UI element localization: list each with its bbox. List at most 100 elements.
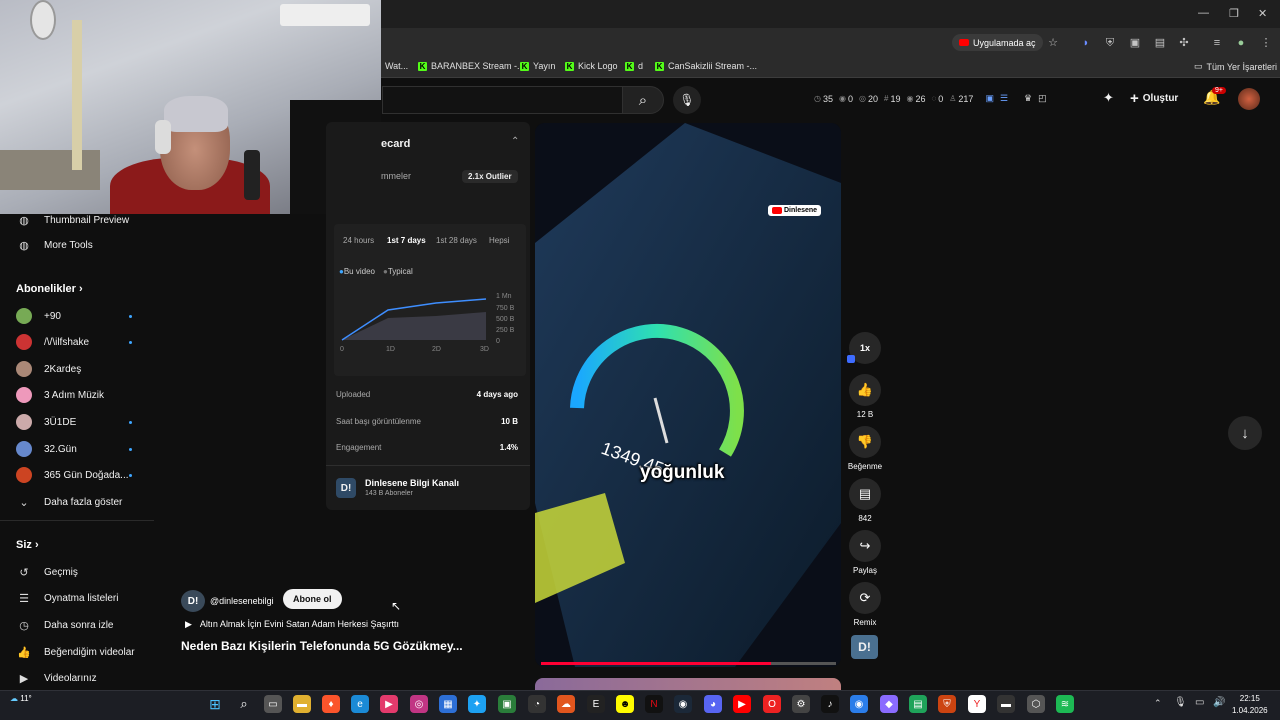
open-in-app-button[interactable]: Uygulamada aç <box>952 34 1043 51</box>
youtube-icon[interactable]: ▶ <box>733 695 751 713</box>
sidebar-item-subscription[interactable]: 2Kardeş <box>16 359 81 379</box>
create-button[interactable]: + Oluştur <box>1130 90 1178 107</box>
search-icon[interactable]: ⌕ <box>235 695 253 713</box>
puzzle-icon[interactable]: ✣ <box>1177 36 1191 50</box>
antivirus-icon[interactable]: ⛨ <box>938 695 956 713</box>
tiktok-icon[interactable]: ♪ <box>821 695 839 713</box>
voice-search-button[interactable]: 🎙 <box>673 86 701 114</box>
channel-logo[interactable]: D! <box>851 635 878 659</box>
netflix-icon[interactable]: N <box>645 695 663 713</box>
extension-icon[interactable]: ▤ <box>1153 36 1167 50</box>
bookmark-item[interactable]: K CanSakizlii Stream -... <box>655 61 757 71</box>
extension-icon[interactable]: ▣ <box>985 93 994 104</box>
sidebar-item-history[interactable]: ↺ Geçmiş <box>16 562 78 582</box>
instagram-icon[interactable]: ◎ <box>410 695 428 713</box>
bookmark-item[interactable]: K Yayın <box>520 61 555 71</box>
media-player-icon[interactable]: ▶ <box>380 695 398 713</box>
shield-icon[interactable]: ⛨ <box>1103 36 1117 50</box>
remix-button[interactable]: ⟳ <box>849 582 881 614</box>
edge-icon[interactable]: e <box>351 695 369 713</box>
range-tab-7d[interactable]: 1st 7 days <box>387 236 426 245</box>
share-button[interactable]: ↪ <box>849 530 881 562</box>
chevron-up-icon[interactable]: ⌃ <box>511 136 519 147</box>
settings-icon[interactable]: ⚙ <box>792 695 810 713</box>
bookmark-item[interactable]: Wat... <box>385 61 408 71</box>
list-icon[interactable]: ☰ <box>1000 93 1008 104</box>
minimize-icon[interactable]: — <box>1198 7 1209 19</box>
tray-chevron-icon[interactable]: ⌃ <box>1154 698 1162 709</box>
sidebar-item-playlists[interactable]: ☰ Oynatma listeleri <box>16 588 118 608</box>
spotify-icon[interactable]: ≋ <box>1056 695 1074 713</box>
bookmark-item[interactable]: K Kick Logo <box>565 61 618 71</box>
sparkle-icon[interactable]: ✦ <box>1103 90 1114 106</box>
bookmark-item[interactable]: K BARANBEX Stream -... <box>418 61 525 71</box>
sidebar-item-subscription[interactable]: 3Ü1DE <box>16 412 76 432</box>
app-icon[interactable]: ▬ <box>997 695 1015 713</box>
epic-games-icon[interactable]: E <box>587 695 605 713</box>
start-icon[interactable]: ⊞ <box>206 695 224 713</box>
search-button[interactable]: ⌕ <box>622 86 664 114</box>
task-view-icon[interactable]: ▭ <box>264 695 282 713</box>
search-input[interactable] <box>382 86 622 114</box>
related-video-link[interactable]: ▶ Altın Almak İçin Evini Satan Adam Herke… <box>185 619 399 630</box>
snapchat-icon[interactable]: ☻ <box>616 695 634 713</box>
app-icon[interactable]: ⬡ <box>1027 695 1045 713</box>
display-icon[interactable]: ▭ <box>1195 697 1204 708</box>
sidebar-item-watch-later[interactable]: ◷ Daha sonra izle <box>16 615 113 635</box>
show-more-button[interactable]: ⌄ Daha fazla göster <box>16 492 122 512</box>
weather-widget[interactable]: ☁ 11° <box>10 694 32 703</box>
sidebar-item-subscription[interactable]: 3 Adım Müzik <box>16 385 104 405</box>
like-button[interactable]: 👍 <box>849 374 881 406</box>
bookmark-item[interactable]: Kd <box>625 61 643 71</box>
close-icon[interactable]: ✕ <box>1258 7 1267 20</box>
volume-icon[interactable]: 🔊 <box>1213 697 1225 708</box>
file-explorer-icon[interactable]: ▬ <box>293 695 311 713</box>
soundcloud-icon[interactable]: ☁ <box>557 695 575 713</box>
you-heading[interactable]: Siz › <box>16 539 39 551</box>
avatar[interactable] <box>1238 88 1260 110</box>
sidebar-item-liked-videos[interactable]: 👍 Beğendiğim videolar <box>16 642 134 662</box>
copilot-icon[interactable]: ◆ <box>880 695 898 713</box>
channel-handle[interactable]: @dinlesenebilgi <box>210 596 274 606</box>
extension-icon[interactable]: ▣ <box>1128 36 1142 50</box>
channel-card[interactable]: D! Dinlesene Bilgi Kanalı 143 B Aboneler <box>334 470 526 506</box>
opera-icon[interactable]: O <box>763 695 781 713</box>
comments-button[interactable]: ▤ <box>849 478 881 510</box>
range-tab-28d[interactable]: 1st 28 days <box>436 236 477 245</box>
sidebar-item-your-videos[interactable]: ▶ Videolarınız <box>16 668 97 688</box>
channel-avatar[interactable]: D! <box>181 590 205 612</box>
yandex-icon[interactable]: Y <box>968 695 986 713</box>
trophy-icon[interactable]: ♛ <box>1024 93 1032 104</box>
sidebar-item-more-tools[interactable]: ◍ More Tools <box>16 235 93 255</box>
brave-icon[interactable]: ♦ <box>322 695 340 713</box>
next-short-button[interactable]: ↓ <box>1228 416 1262 450</box>
subscriptions-heading[interactable]: Abonelikler › <box>16 283 83 295</box>
app-icon[interactable]: ▤ <box>909 695 927 713</box>
star-icon[interactable]: ☆ <box>1046 36 1060 50</box>
range-tab-24h[interactable]: 24 hours <box>343 236 374 245</box>
range-tab-all[interactable]: Hepsi <box>489 236 509 245</box>
sidebar-item-subscription[interactable]: /\/\ilfshake <box>16 332 89 352</box>
mic-icon[interactable]: 🎙 <box>1174 697 1187 708</box>
extension-icon[interactable]: ◗ <box>1079 36 1093 50</box>
menu-dots-icon[interactable]: ⋮ <box>1259 36 1273 50</box>
sidebar-item-subscription[interactable]: 32.Gün <box>16 439 77 459</box>
all-bookmarks[interactable]: ▭ Tüm Yer İşaretleri <box>1194 61 1277 72</box>
sidebar-item-thumbnail-preview[interactable]: ◍ Thumbnail Preview <box>16 210 129 230</box>
store-icon[interactable]: ▦ <box>439 695 457 713</box>
taskbar-clock[interactable]: 22:15 1.04.2026 <box>1232 693 1268 717</box>
speed-icon[interactable]: ◔ <box>528 695 546 713</box>
discord-icon[interactable]: ◕ <box>704 695 722 713</box>
sidebar-item-subscription[interactable]: +90 <box>16 306 61 326</box>
profile-icon[interactable]: ● <box>1234 36 1248 50</box>
media-icon[interactable]: ≡ <box>1210 36 1224 50</box>
app-icon[interactable]: ▣ <box>498 695 516 713</box>
sidebar-item-subscription[interactable]: 365 Gün Doğada... <box>16 465 129 485</box>
subscribe-button[interactable]: Abone ol <box>283 589 342 609</box>
restore-icon[interactable]: ❐ <box>1229 7 1239 20</box>
next-video-preview[interactable] <box>535 678 841 690</box>
steam-icon[interactable]: ◉ <box>674 695 692 713</box>
twitter-icon[interactable]: ✦ <box>468 695 486 713</box>
dislike-button[interactable]: 👎 <box>849 426 881 458</box>
chat-icon[interactable]: ◰ <box>1038 93 1047 104</box>
